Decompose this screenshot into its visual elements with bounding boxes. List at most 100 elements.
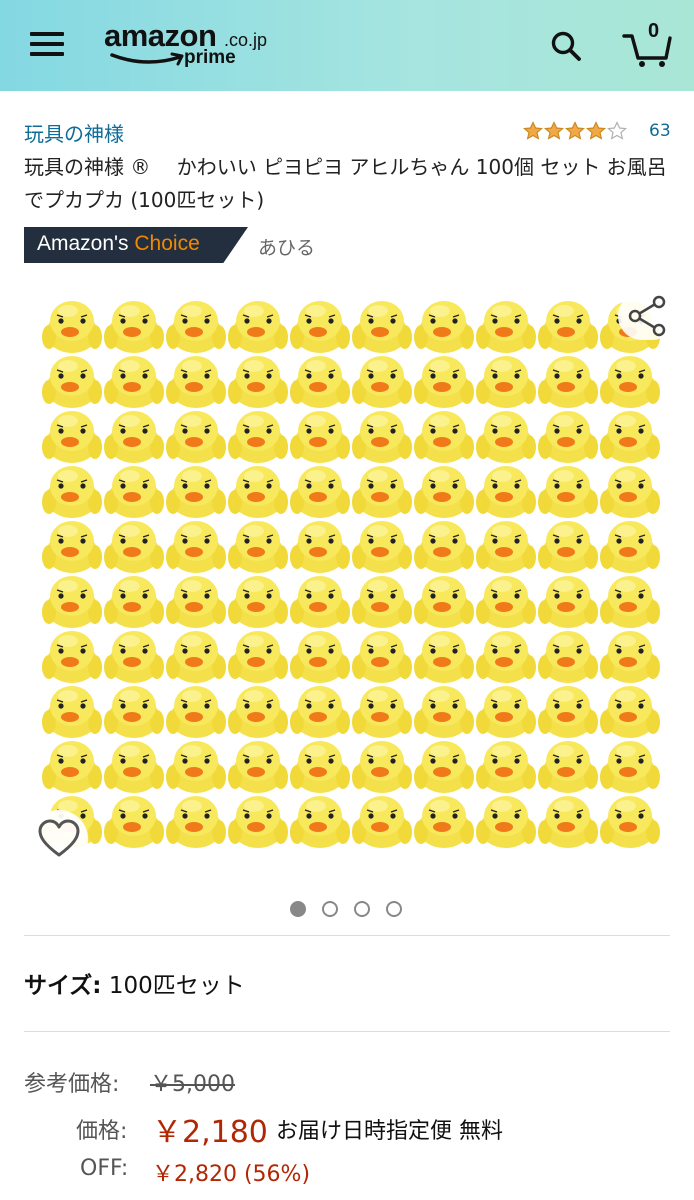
duck-toy xyxy=(413,300,475,354)
menu-icon-line xyxy=(30,52,64,56)
duck-toy xyxy=(165,630,227,684)
duck-toy xyxy=(351,465,413,519)
duck-toy xyxy=(289,520,351,574)
cart-count: 0 xyxy=(648,20,660,42)
badge-choice: Choice xyxy=(134,232,200,255)
size-value: 100匹セット xyxy=(108,973,245,999)
duck-toy xyxy=(351,795,413,849)
duck-toy xyxy=(351,575,413,629)
duck-toy xyxy=(289,410,351,464)
duck-toy xyxy=(475,410,537,464)
duck-toy xyxy=(475,685,537,739)
product-title: 玩具の神様 ® かわいい ピヨピヨ アヒルちゃん 100個 セット お風呂でプカ… xyxy=(24,155,667,212)
duck-toy xyxy=(41,685,103,739)
product-image[interactable] xyxy=(38,293,666,859)
carousel-dot[interactable] xyxy=(386,901,402,917)
size-selector[interactable]: サイズ: 100匹セット xyxy=(24,966,245,1000)
duck-toy xyxy=(103,575,165,629)
shipping-info: お届け日時指定便 無料 xyxy=(276,1119,503,1144)
duck-toy xyxy=(103,355,165,409)
duck-toy xyxy=(41,465,103,519)
heart-icon[interactable] xyxy=(30,810,88,868)
duck-toy xyxy=(475,465,537,519)
list-price: ￥5,000 xyxy=(150,1072,235,1097)
duck-toy xyxy=(475,575,537,629)
duck-toy xyxy=(537,520,599,574)
duck-toy xyxy=(537,685,599,739)
duck-toy xyxy=(227,740,289,794)
duck-toy xyxy=(165,575,227,629)
duck-toy xyxy=(351,300,413,354)
discount-value: ￥2,820 (56%) xyxy=(152,1162,311,1187)
duck-toy xyxy=(413,575,475,629)
duck-toy xyxy=(413,465,475,519)
duck-toy xyxy=(599,740,661,794)
duck-toy xyxy=(537,355,599,409)
size-label: サイズ: xyxy=(24,973,102,999)
duck-toy xyxy=(599,520,661,574)
duck-toy xyxy=(289,355,351,409)
duck-toy xyxy=(41,575,103,629)
duck-toy xyxy=(227,575,289,629)
duck-toy xyxy=(103,410,165,464)
review-count-link[interactable]: 63 xyxy=(649,121,671,141)
duck-toy xyxy=(41,300,103,354)
amazons-choice-badge: Amazon's Choice xyxy=(24,227,254,263)
star-icon xyxy=(586,121,606,140)
carousel-dot[interactable] xyxy=(290,901,306,917)
duck-toy xyxy=(475,795,537,849)
duck-toy xyxy=(165,520,227,574)
duck-toy xyxy=(227,465,289,519)
duck-toy xyxy=(413,355,475,409)
duck-toy xyxy=(599,465,661,519)
cart-icon[interactable]: 0 xyxy=(622,20,672,68)
carousel-dot[interactable] xyxy=(354,901,370,917)
duck-toy xyxy=(599,630,661,684)
duck-toy xyxy=(475,300,537,354)
menu-icon[interactable] xyxy=(30,30,64,58)
duck-toy xyxy=(351,410,413,464)
divider xyxy=(24,935,670,936)
duck-toy xyxy=(413,740,475,794)
duck-toy xyxy=(413,520,475,574)
duck-toy xyxy=(41,410,103,464)
duck-toy xyxy=(41,355,103,409)
top-nav-bar: amazon .co.jp prime 0 xyxy=(0,0,694,91)
badge-label: Amazon's xyxy=(37,232,129,255)
duck-toy xyxy=(351,355,413,409)
duck-toy xyxy=(165,410,227,464)
badge-text: Amazon's Choice xyxy=(37,232,200,256)
duck-toy xyxy=(289,740,351,794)
price-value: ￥2,180 xyxy=(152,1115,268,1150)
star-icon xyxy=(523,121,543,140)
duck-toy xyxy=(103,685,165,739)
duck-toy xyxy=(537,740,599,794)
duck-toy xyxy=(413,685,475,739)
off-label: OFF: xyxy=(80,1156,129,1181)
star-icon xyxy=(607,121,627,140)
duck-toy xyxy=(537,465,599,519)
divider xyxy=(24,1031,670,1032)
logo-prime: prime xyxy=(184,47,236,68)
list-price-label: 参考価格: xyxy=(24,1072,120,1097)
star-rating[interactable] xyxy=(523,121,627,141)
carousel-dot[interactable] xyxy=(322,901,338,917)
brand-link[interactable]: 玩具の神様 xyxy=(24,118,124,147)
share-icon[interactable] xyxy=(618,292,676,340)
search-icon[interactable] xyxy=(548,28,584,64)
amazon-prime-logo[interactable]: amazon .co.jp prime xyxy=(104,18,284,74)
duck-toy xyxy=(475,630,537,684)
duck-toy xyxy=(599,685,661,739)
duck-toy xyxy=(413,410,475,464)
menu-icon-line xyxy=(30,32,64,36)
logo-smile-arrow xyxy=(110,52,184,66)
duck-toy xyxy=(599,795,661,849)
duck-toy xyxy=(475,740,537,794)
duck-toy xyxy=(165,795,227,849)
duck-toy xyxy=(599,355,661,409)
price-label: 価格: xyxy=(76,1119,128,1144)
duck-toy xyxy=(537,410,599,464)
duck-toy xyxy=(289,575,351,629)
duck-toy xyxy=(227,685,289,739)
star-icon xyxy=(544,121,564,140)
